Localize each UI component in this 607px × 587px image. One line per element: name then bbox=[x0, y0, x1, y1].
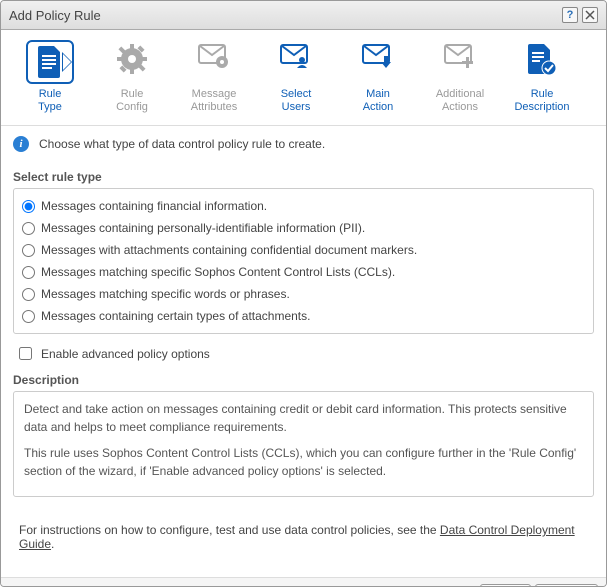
rule-type-option[interactable]: Messages matching specific Sophos Conten… bbox=[20, 261, 587, 283]
rule-type-radio[interactable] bbox=[22, 222, 35, 235]
info-row: i Choose what type of data control polic… bbox=[1, 126, 606, 162]
section-label-rule-type: Select rule type bbox=[1, 162, 606, 188]
wizard-step-message-attributes[interactable]: MessageAttributes bbox=[173, 40, 255, 113]
rule-type-radio[interactable] bbox=[22, 200, 35, 213]
wizard-step-rule-config[interactable]: RuleConfig bbox=[91, 40, 173, 113]
document-check-icon bbox=[518, 40, 566, 84]
envelope-plus-icon bbox=[436, 40, 484, 84]
close-icon[interactable] bbox=[582, 7, 598, 23]
envelope-gear-icon bbox=[190, 40, 238, 84]
section-label-description: Description bbox=[1, 373, 606, 391]
rule-type-label[interactable]: Messages matching specific words or phra… bbox=[41, 287, 290, 301]
dialog-title: Add Policy Rule bbox=[9, 8, 101, 23]
wizard-step-additional-actions[interactable]: AdditionalActions bbox=[419, 40, 501, 113]
advanced-options-row: Enable advanced policy options bbox=[1, 334, 606, 373]
envelope-arrow-icon bbox=[354, 40, 402, 84]
rule-type-label[interactable]: Messages containing financial informatio… bbox=[41, 199, 267, 213]
wizard-step-select-users[interactable]: SelectUsers bbox=[255, 40, 337, 113]
wizard-step-label: SelectUsers bbox=[255, 88, 337, 113]
envelope-users-icon bbox=[272, 40, 320, 84]
instructions-prefix: For instructions on how to configure, te… bbox=[19, 523, 440, 537]
wizard-step-rule-type[interactable]: RuleType bbox=[9, 40, 91, 113]
rule-type-radio[interactable] bbox=[22, 310, 35, 323]
instructions: For instructions on how to configure, te… bbox=[1, 497, 606, 577]
advanced-options-checkbox[interactable] bbox=[19, 347, 32, 360]
titlebar: Add Policy Rule ? bbox=[1, 1, 606, 30]
gear-icon bbox=[108, 40, 156, 84]
rule-type-option[interactable]: Messages with attachments containing con… bbox=[20, 239, 587, 261]
advanced-options-label[interactable]: Enable advanced policy options bbox=[41, 347, 210, 361]
info-icon: i bbox=[13, 136, 29, 152]
wizard-step-label: AdditionalActions bbox=[419, 88, 501, 113]
wizard-steps: RuleType RuleConfig bbox=[1, 30, 606, 126]
description-paragraph: Detect and take action on messages conta… bbox=[24, 400, 583, 436]
wizard-step-label: RuleDescription bbox=[501, 88, 583, 113]
dialog-footer: Next Cancel bbox=[1, 577, 606, 587]
wizard-step-label: RuleConfig bbox=[91, 88, 173, 113]
wizard-step-label: MainAction bbox=[337, 88, 419, 113]
document-lines-icon bbox=[26, 40, 74, 84]
rule-type-label[interactable]: Messages matching specific Sophos Conten… bbox=[41, 265, 395, 279]
dialog: Add Policy Rule ? RuleType bbox=[0, 0, 607, 587]
wizard-step-label: RuleType bbox=[9, 88, 91, 113]
rule-type-radio[interactable] bbox=[22, 288, 35, 301]
info-text: Choose what type of data control policy … bbox=[39, 137, 325, 151]
rule-type-option[interactable]: Messages containing certain types of att… bbox=[20, 305, 587, 327]
description-box: Detect and take action on messages conta… bbox=[13, 391, 594, 497]
wizard-step-rule-description[interactable]: RuleDescription bbox=[501, 40, 583, 113]
rule-type-option[interactable]: Messages containing personally-identifia… bbox=[20, 217, 587, 239]
rule-type-label[interactable]: Messages containing personally-identifia… bbox=[41, 221, 365, 235]
rule-type-label[interactable]: Messages with attachments containing con… bbox=[41, 243, 417, 257]
rule-type-label[interactable]: Messages containing certain types of att… bbox=[41, 309, 310, 323]
rule-type-radio[interactable] bbox=[22, 266, 35, 279]
titlebar-controls: ? bbox=[562, 7, 598, 23]
wizard-step-label: MessageAttributes bbox=[173, 88, 255, 113]
wizard-step-main-action[interactable]: MainAction bbox=[337, 40, 419, 113]
rule-type-radio-group: Messages containing financial informatio… bbox=[13, 188, 594, 334]
description-paragraph: This rule uses Sophos Content Control Li… bbox=[24, 444, 583, 480]
rule-type-option[interactable]: Messages containing financial informatio… bbox=[20, 195, 587, 217]
help-icon[interactable]: ? bbox=[562, 7, 578, 23]
instructions-suffix: . bbox=[51, 537, 54, 551]
rule-type-option[interactable]: Messages matching specific words or phra… bbox=[20, 283, 587, 305]
rule-type-radio[interactable] bbox=[22, 244, 35, 257]
